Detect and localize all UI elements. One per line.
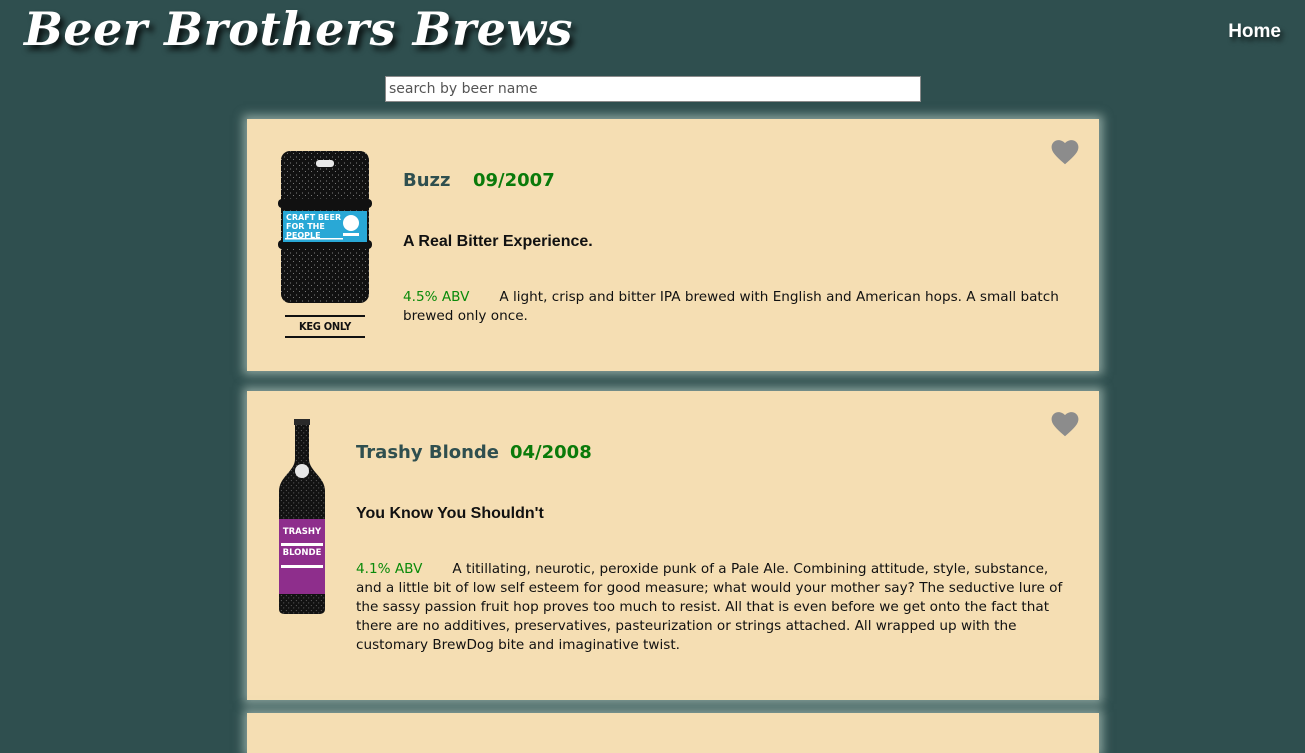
abv-value: 4.5% ABV — [403, 289, 470, 305]
bottle-label-line: BLONDE — [282, 548, 322, 558]
heart-icon[interactable] — [1051, 139, 1079, 165]
beer-description: 4.1% ABV A titillating, neurotic, peroxid… — [356, 560, 1068, 655]
beer-card: TRASHY BLONDE Trashy Blonde 04/2008 You … — [247, 391, 1099, 700]
heart-icon[interactable] — [1051, 411, 1079, 437]
search-input[interactable] — [385, 76, 921, 102]
bottle-label-text: TRASHY BLONDE — [279, 522, 325, 564]
keg-label-line: FOR THE — [286, 222, 325, 231]
bottle-label-line: TRASHY — [282, 527, 322, 537]
first-brewed-date: 04/2008 — [510, 442, 592, 463]
beer-name: Buzz — [403, 170, 451, 191]
beer-name: Trashy Blonde — [356, 442, 500, 463]
nav-home-link[interactable]: Home — [1228, 21, 1281, 43]
keg-label-line: PEOPLE — [286, 231, 321, 240]
description-text: A titillating, neurotic, peroxide punk o… — [356, 561, 1063, 653]
beer-tagline: A Real Bitter Experience. — [403, 233, 593, 250]
beer-description: 4.5% ABV A light, crisp and bitter IPA br… — [403, 288, 1063, 326]
first-brewed-date: 09/2007 — [473, 170, 555, 191]
description-text: A light, crisp and bitter IPA brewed wit… — [403, 289, 1059, 324]
site-brand: Beer Brothers Brews — [24, 2, 573, 56]
bottle-image — [279, 419, 325, 614]
beer-card: CRAFT BEER FOR THE PEOPLE KEG ONLY Buzz … — [247, 119, 1099, 371]
keg-label-text: CRAFT BEER FOR THE PEOPLE — [286, 213, 341, 240]
abv-value: 4.1% ABV — [356, 561, 423, 577]
beer-card — [247, 713, 1099, 753]
keg-label-line: CRAFT BEER — [286, 213, 342, 222]
beer-tagline: You Know You Shouldn't — [356, 505, 544, 522]
keg-only-label: KEG ONLY — [285, 315, 365, 338]
